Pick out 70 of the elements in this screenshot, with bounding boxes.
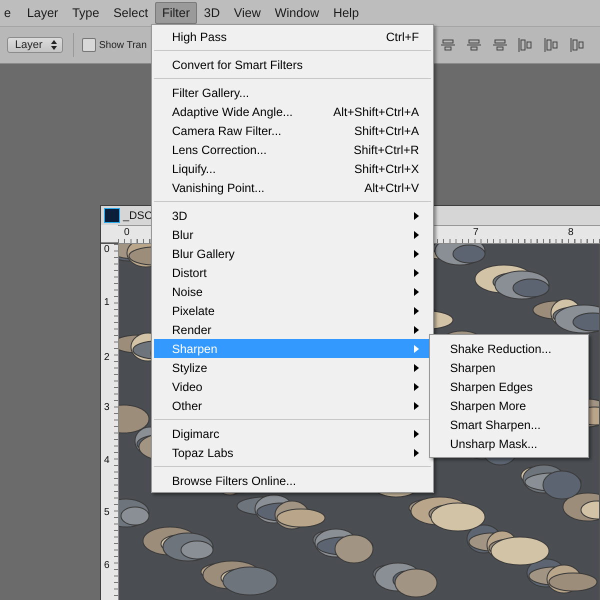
submenu-arrow-icon <box>414 212 419 220</box>
align-icon[interactable] <box>544 37 560 53</box>
menu-item[interactable]: 3D <box>196 2 227 24</box>
menu-item[interactable]: Other <box>154 396 431 415</box>
menu-item[interactable]: Window <box>268 2 326 24</box>
menu-item[interactable]: Noise <box>154 282 431 301</box>
submenu-arrow-icon <box>414 402 419 410</box>
updown-icon <box>51 40 57 50</box>
submenu-arrow-icon <box>414 448 419 456</box>
menu-item[interactable]: Distort <box>154 263 431 282</box>
menu-item[interactable]: Camera Raw Filter... Shift+Ctrl+A <box>154 121 431 140</box>
align-icon[interactable] <box>570 37 586 53</box>
menu-item[interactable]: Unsharp Mask... <box>432 434 586 453</box>
submenu-arrow-icon <box>414 344 419 352</box>
menu-item[interactable]: Digimarc <box>154 424 431 443</box>
ruler-number: 2 <box>104 352 110 363</box>
submenu-arrow-icon <box>414 364 419 372</box>
menu-item[interactable]: Blur Gallery <box>154 244 431 263</box>
menu-item[interactable]: Render <box>154 320 431 339</box>
ruler-number: 0 <box>124 227 130 238</box>
submenu-arrow-icon <box>414 288 419 296</box>
menu-item[interactable]: Liquify... Shift+Ctrl+X <box>154 159 431 178</box>
app-icon <box>104 208 120 223</box>
menu-item[interactable]: Pixelate <box>154 301 431 320</box>
menu-item[interactable]: Filter <box>155 2 197 24</box>
submenu-arrow-icon <box>414 306 419 314</box>
menu-item[interactable]: Adaptive Wide Angle... Alt+Shift+Ctrl+A <box>154 102 431 121</box>
menu-item[interactable]: Sharpen Edges <box>432 377 586 396</box>
menu-item[interactable]: Convert for Smart Filters <box>154 55 431 74</box>
menu-item[interactable]: Select <box>106 2 156 24</box>
ruler-number: 0 <box>104 244 110 255</box>
ruler-number: 4 <box>104 455 110 466</box>
submenu-arrow-icon <box>414 230 419 238</box>
align-icon[interactable] <box>492 37 508 53</box>
align-icon[interactable] <box>466 37 482 53</box>
menu-item[interactable]: Filter Gallery... <box>154 83 431 102</box>
menu-item[interactable]: e <box>0 2 18 24</box>
align-icon[interactable] <box>440 37 456 53</box>
menu-item[interactable]: View <box>226 2 268 24</box>
align-icon[interactable] <box>518 37 534 53</box>
ruler-number: 6 <box>104 560 110 571</box>
submenu-arrow-icon <box>414 430 419 438</box>
ruler-number: 1 <box>104 297 110 308</box>
menu-item[interactable]: Shake Reduction... <box>432 339 586 358</box>
checkbox-label: Show Tran <box>99 40 147 50</box>
menu-item[interactable]: Vanishing Point... Alt+Ctrl+V <box>154 178 431 197</box>
submenu-arrow-icon <box>414 250 419 258</box>
ruler-number: 8 <box>568 227 574 238</box>
menu-item[interactable]: Stylize <box>154 358 431 377</box>
menu-item[interactable]: 3D <box>154 206 431 225</box>
submenu-arrow-icon <box>414 382 419 390</box>
menu-item[interactable]: Browse Filters Online... <box>154 471 431 490</box>
menu-item[interactable]: Lens Correction... Shift+Ctrl+R <box>154 140 431 159</box>
checkbox[interactable] <box>82 38 96 52</box>
menu-item[interactable]: Video <box>154 377 431 396</box>
menu-item[interactable]: Sharpen <box>432 358 586 377</box>
ruler-number: 7 <box>473 227 479 238</box>
submenu-arrow-icon <box>414 268 419 276</box>
menu-item[interactable]: Topaz Labs <box>154 443 431 462</box>
menu-item[interactable]: High Pass Ctrl+F <box>154 27 431 46</box>
menu-item[interactable]: Type <box>65 2 106 24</box>
ruler-number: 5 <box>104 507 110 518</box>
menu-item[interactable]: Help <box>326 2 366 24</box>
menu-item[interactable]: Sharpen More <box>432 396 586 415</box>
menu-item[interactable]: Layer <box>20 2 66 24</box>
ruler-number: 3 <box>104 402 110 413</box>
menu-item[interactable]: Smart Sharpen... <box>432 415 586 434</box>
layer-dropdown[interactable]: Layer <box>7 37 63 53</box>
submenu-arrow-icon <box>414 326 419 334</box>
menu-item[interactable]: Blur <box>154 225 431 244</box>
